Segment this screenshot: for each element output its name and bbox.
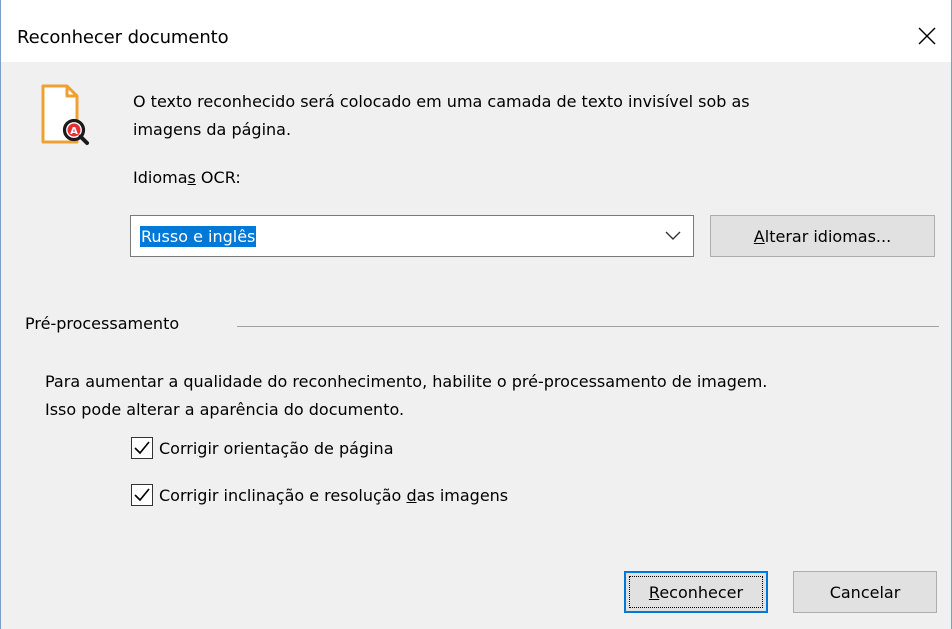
chevron-down-icon — [665, 231, 681, 240]
cancel-button-label: Cancelar — [829, 582, 901, 602]
preprocessing-group-label: Pré-processamento — [25, 314, 180, 333]
close-button[interactable] — [909, 20, 945, 52]
info-text-line-2: imagens da página. — [133, 120, 292, 139]
checkbox-box[interactable] — [131, 437, 153, 459]
recognize-button[interactable]: Reconhecer — [624, 571, 768, 613]
ocr-language-select[interactable]: Russo e inglês — [130, 215, 694, 257]
info-text: O texto reconhecido será colocado em uma… — [133, 88, 893, 144]
checkmark-icon — [134, 488, 150, 502]
group-divider — [237, 326, 939, 327]
checkbox-box[interactable] — [131, 484, 153, 506]
svg-text:A: A — [70, 126, 78, 137]
ocr-language-selected: Russo e inglês — [140, 226, 257, 247]
change-languages-button[interactable]: Alterar idiomas... — [710, 215, 935, 257]
fix-orientation-checkbox[interactable]: Corrigir orientação de página — [131, 437, 394, 459]
fix-orientation-label: Corrigir orientação de página — [159, 438, 394, 458]
dialog-title: Reconhecer documento — [17, 27, 229, 48]
info-text-line-1: O texto reconhecido será colocado em uma… — [133, 92, 750, 111]
fix-skew-resolution-checkbox[interactable]: Corrigir inclinação e resolução das imag… — [131, 484, 508, 506]
cancel-button[interactable]: Cancelar — [793, 571, 937, 613]
preprocessing-text-line-2: Isso pode alterar a aparência do documen… — [45, 400, 405, 419]
title-bar: Reconhecer documento — [1, 0, 951, 62]
ocr-languages-label: Idiomas OCR: — [133, 168, 241, 187]
fix-skew-resolution-label: Corrigir inclinação e resolução das imag… — [159, 485, 509, 505]
focus-rectangle — [629, 576, 763, 608]
dialog-window: Reconhecer documento A O texto reconheci… — [0, 0, 952, 629]
preprocessing-description: Para aumentar a qualidade do reconhecime… — [45, 368, 945, 424]
document-ocr-icon: A — [41, 84, 89, 145]
preprocessing-text-line-1: Para aumentar a qualidade do reconhecime… — [45, 372, 768, 391]
checkmark-icon — [134, 441, 150, 455]
close-icon — [918, 27, 936, 45]
